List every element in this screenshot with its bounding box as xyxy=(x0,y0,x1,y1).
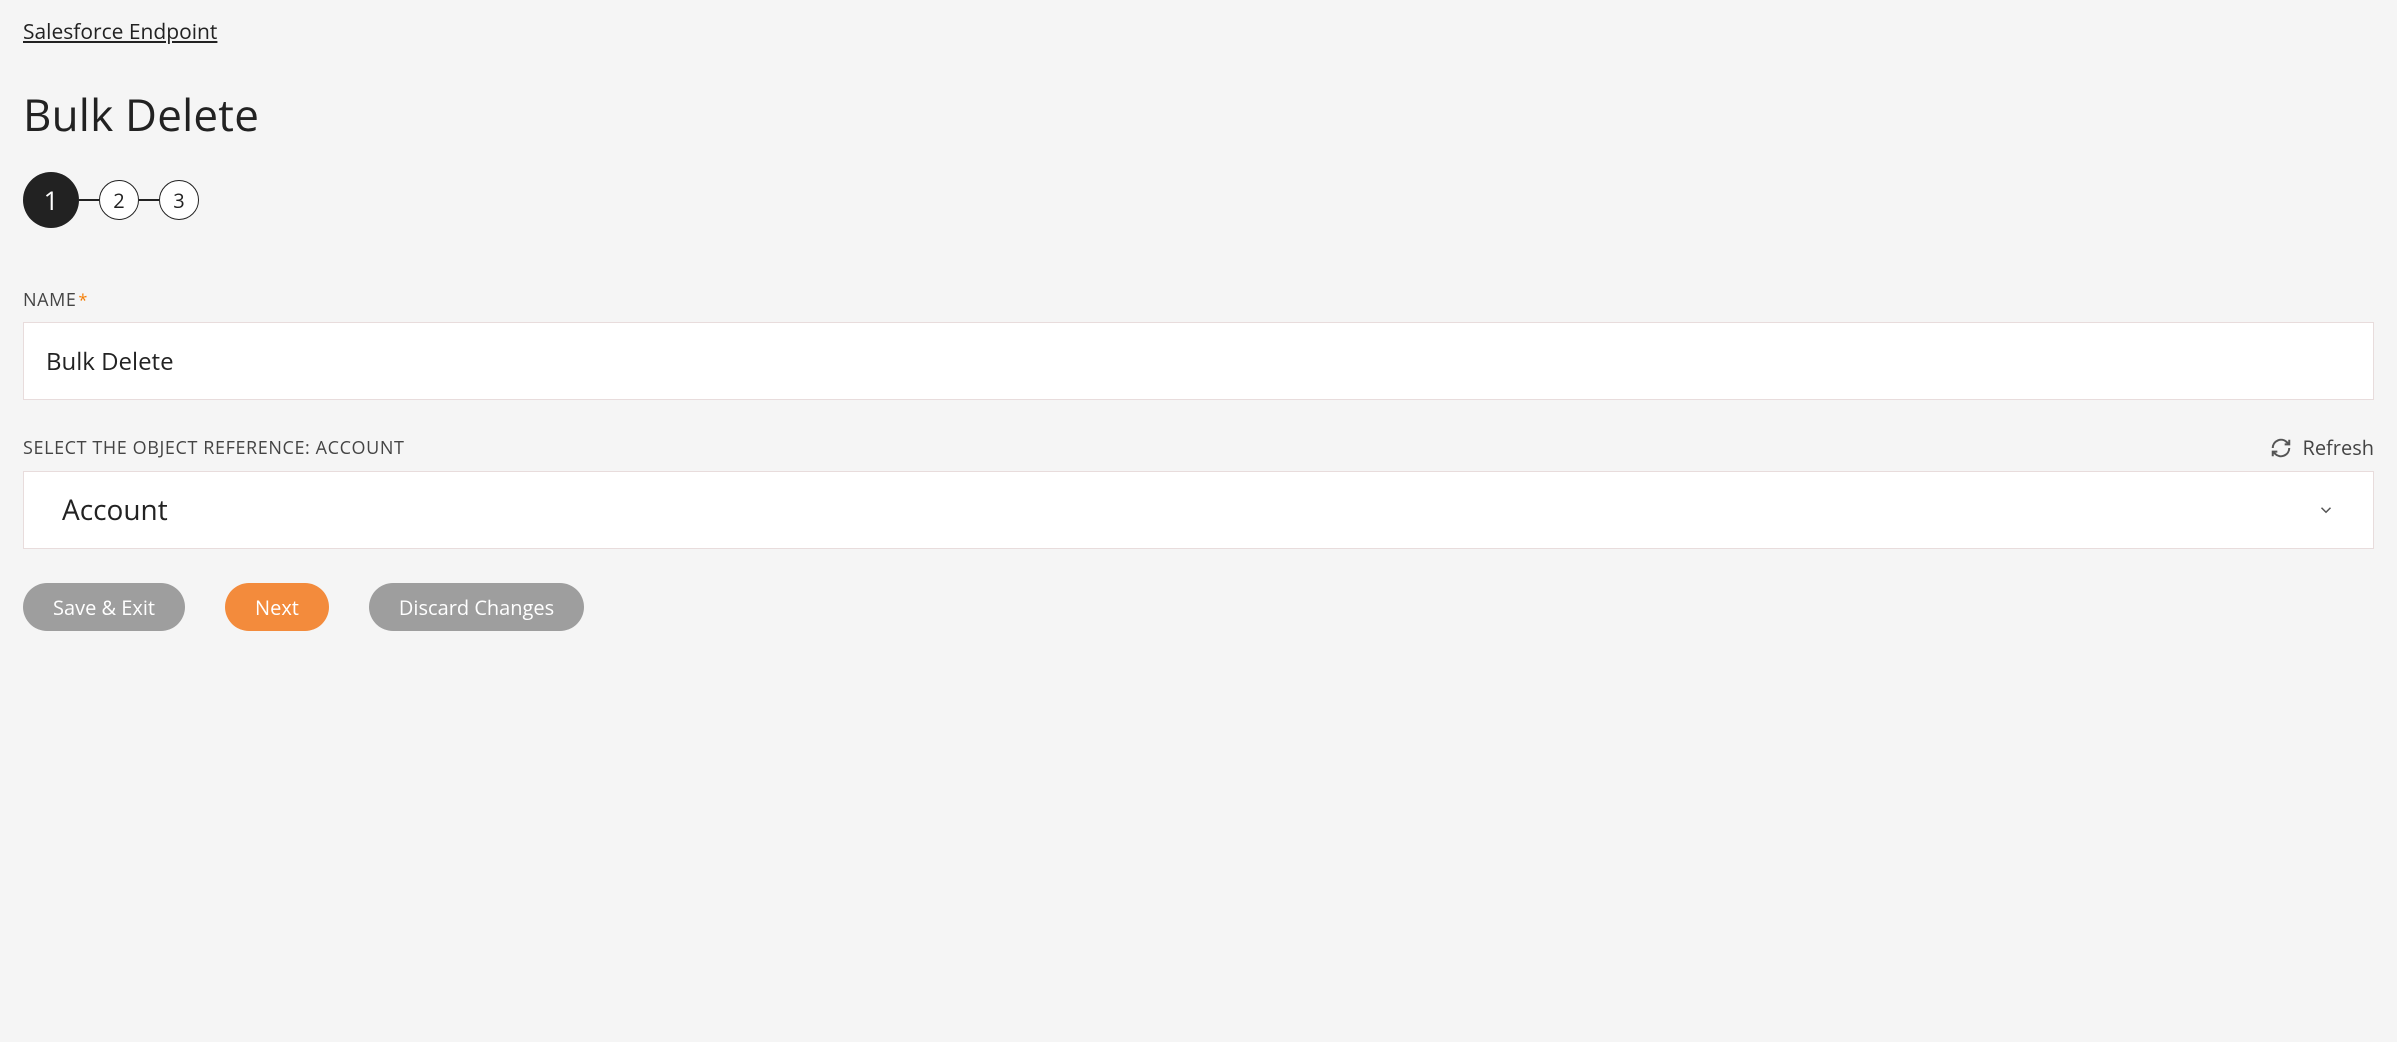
breadcrumb-link[interactable]: Salesforce Endpoint xyxy=(23,18,217,46)
name-input[interactable] xyxy=(23,322,2374,400)
refresh-label: Refresh xyxy=(2302,434,2374,461)
object-ref-select[interactable]: Account xyxy=(23,471,2374,549)
save-exit-button[interactable]: Save & Exit xyxy=(23,583,185,631)
wizard-stepper: 1 2 3 xyxy=(23,172,2374,228)
name-field-row: NAME* xyxy=(23,288,2374,400)
chevron-down-icon xyxy=(2317,501,2335,519)
object-ref-row: SELECT THE OBJECT REFERENCE: ACCOUNT Ref… xyxy=(23,434,2374,549)
object-ref-selected-value: Account xyxy=(62,491,168,529)
refresh-icon xyxy=(2270,437,2292,459)
page-title: Bulk Delete xyxy=(23,84,2374,144)
required-marker: * xyxy=(79,289,88,311)
name-label: NAME xyxy=(23,288,77,312)
step-1[interactable]: 1 xyxy=(23,172,79,228)
step-2[interactable]: 2 xyxy=(99,180,139,220)
object-ref-label: SELECT THE OBJECT REFERENCE: ACCOUNT xyxy=(23,436,405,460)
action-button-row: Save & Exit Next Discard Changes xyxy=(23,583,2374,631)
discard-changes-button[interactable]: Discard Changes xyxy=(369,583,584,631)
step-3[interactable]: 3 xyxy=(159,180,199,220)
step-connector xyxy=(79,199,99,201)
refresh-button[interactable]: Refresh xyxy=(2270,434,2374,461)
next-button[interactable]: Next xyxy=(225,583,329,631)
step-connector xyxy=(139,199,159,201)
